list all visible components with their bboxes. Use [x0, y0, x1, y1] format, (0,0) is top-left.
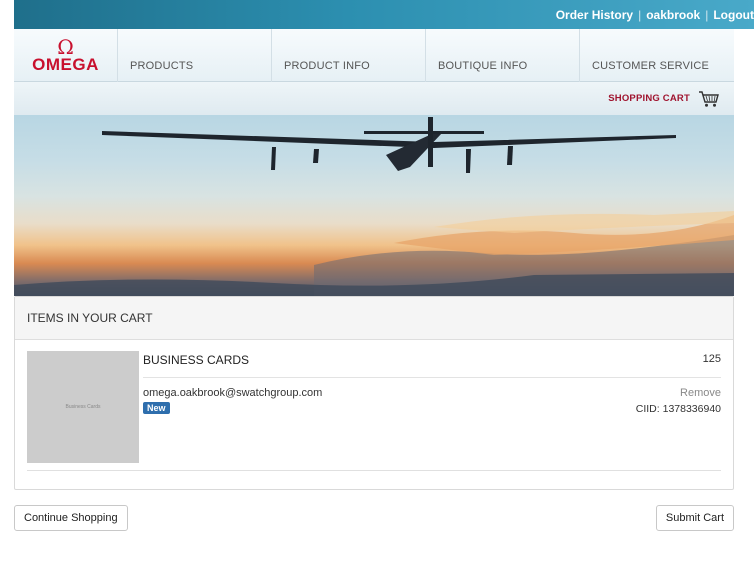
- nav-item-products[interactable]: PRODUCTS: [118, 29, 272, 82]
- logout-link[interactable]: Logout: [713, 8, 754, 22]
- omega-symbol-icon: Ω: [57, 34, 74, 59]
- user-account-link[interactable]: oakbrook: [646, 8, 700, 22]
- new-badge: New: [143, 402, 170, 414]
- ciid-value: CIID: 1378336940: [635, 403, 721, 415]
- nav-item-boutique-info[interactable]: BOUTIQUE INFO: [426, 29, 580, 82]
- product-quantity: 125: [702, 353, 721, 365]
- continue-shopping-button[interactable]: Continue Shopping: [14, 505, 128, 531]
- omega-logo[interactable]: Ω OMEGA: [14, 29, 118, 82]
- divider: [143, 377, 721, 378]
- product-thumbnail: Business Cards: [27, 351, 139, 463]
- brand-name: OMEGA: [32, 54, 99, 74]
- separator: |: [638, 7, 642, 22]
- divider: [27, 470, 721, 471]
- submit-cart-button[interactable]: Submit Cart: [655, 505, 734, 531]
- top-utility-bar: Order History | oakbrook | Logout: [14, 0, 754, 29]
- remove-link[interactable]: Remove: [680, 387, 721, 399]
- shopping-cart-link[interactable]: SHOPPING CART: [608, 93, 690, 104]
- shopping-cart-icon[interactable]: [698, 90, 720, 108]
- solar-airplane-illustration: [14, 117, 734, 296]
- hero-banner: [14, 115, 734, 296]
- order-history-link[interactable]: Order History: [556, 8, 633, 22]
- cart-panel: ITEMS IN YOUR CART Business Cards BUSINE…: [14, 296, 734, 490]
- nav-item-customer-service[interactable]: CUSTOMER SERVICE: [580, 29, 734, 82]
- main-nav: Ω OMEGA PRODUCTS PRODUCT INFO BOUTIQUE I…: [14, 29, 734, 82]
- cart-heading: ITEMS IN YOUR CART: [15, 297, 733, 340]
- thumbnail-caption: Business Cards: [65, 404, 101, 410]
- separator: |: [705, 7, 709, 22]
- shopping-cart-strip: SHOPPING CART: [14, 82, 734, 115]
- nav-item-product-info[interactable]: PRODUCT INFO: [272, 29, 426, 82]
- product-email: omega.oakbrook@swatchgroup.com: [143, 387, 323, 399]
- product-title: BUSINESS CARDS: [143, 353, 250, 367]
